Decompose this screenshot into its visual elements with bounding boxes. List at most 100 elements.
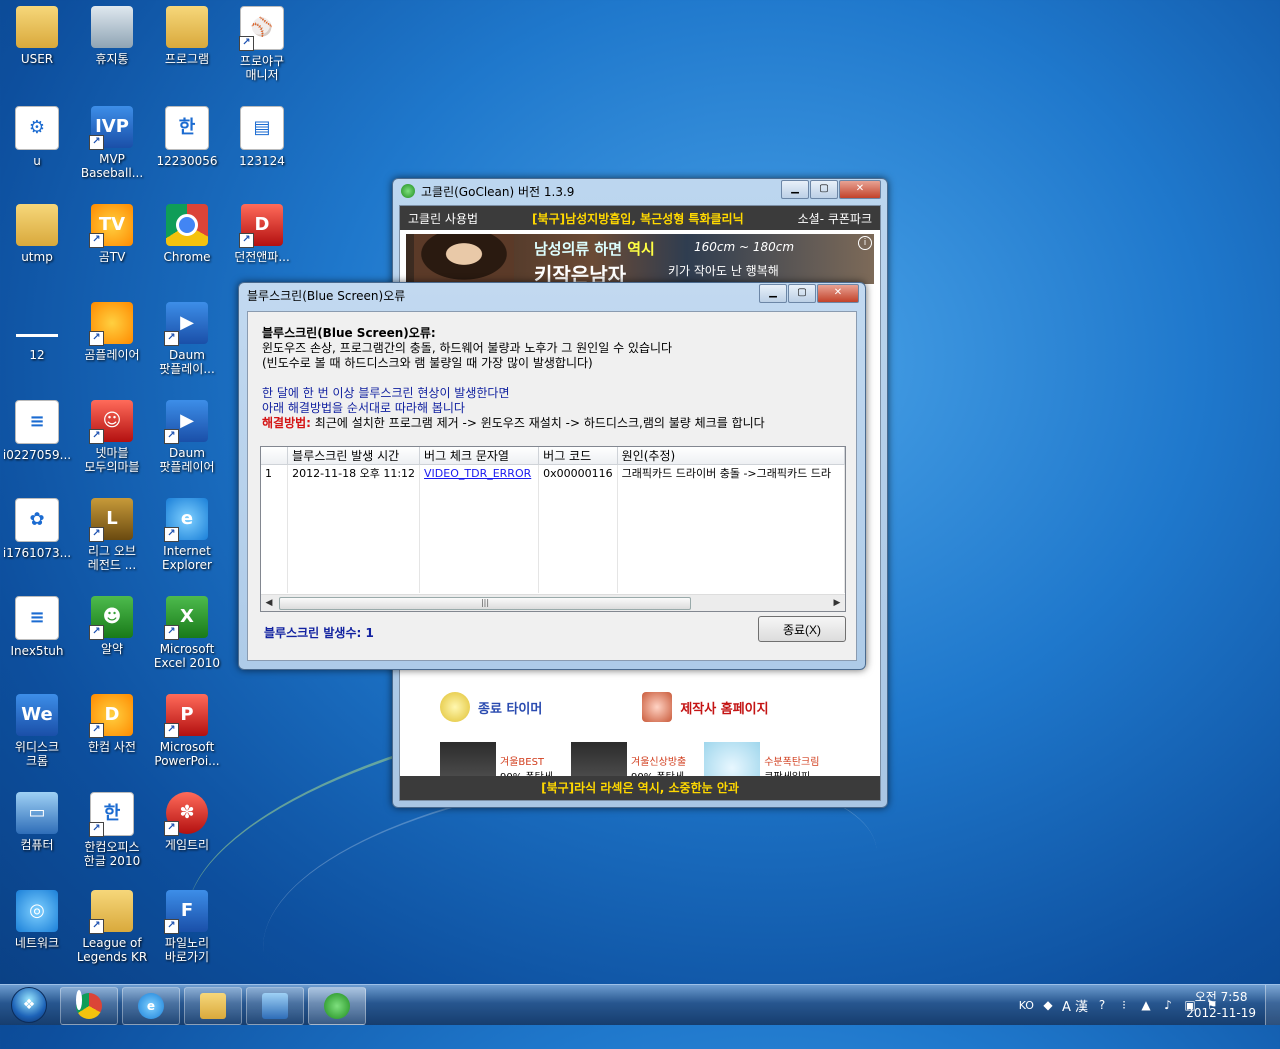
help-icon[interactable]: ? [1094,997,1110,1013]
desktop-icon-gomtv[interactable]: TV ↗ 곰TV [75,204,149,264]
desktop-icon-i0227059[interactable]: ≡ i0227059... [0,400,74,462]
desktop-icon-ie[interactable]: e ↗ Internet Explorer [150,498,224,572]
desktop-icon-12230056[interactable]: 한 12230056 [150,106,224,168]
desktop-icon-mvp-baseball[interactable]: IVP ↗ MVP Baseball... [75,106,149,180]
desktop-icon-powerpoint[interactable]: P ↗ Microsoft PowerPoi... [150,694,224,768]
banner-size: 160cm ~ 180cm [694,240,795,254]
scroll-left-icon[interactable]: ◀ [261,595,277,611]
taskbar-ie[interactable]: e [122,987,180,1025]
desktop-icon-lol-kr[interactable]: ↗ League of Legends KR [75,890,149,964]
dialog-body: 블루스크린(Blue Screen)오류: 윈도우즈 손상, 프로그램간의 충돌… [247,311,857,661]
banner-headline: 남성의류 하면 역시 [534,240,655,258]
desktop-icon-network[interactable]: ◎ 네트워크 [0,890,74,950]
folder-icon [200,993,226,1019]
ime-options-icon[interactable]: ⁝ [1116,997,1132,1013]
desktop-icon-inex5tuh[interactable]: ≡ Inex5tuh [0,596,74,658]
clock-date: 2012-11-19 [1186,1006,1256,1020]
desktop-icon-recycle-bin[interactable]: 휴지통 [75,6,149,66]
column-header[interactable]: 원인(추정) [617,447,845,465]
folder-icon [16,204,58,246]
wedisk-icon: We [16,694,58,736]
taskbar-control-panel[interactable] [246,987,304,1025]
desktop-icon-gomplayer[interactable]: ↗ 곰플레이어 [75,302,149,362]
desktop-icon-dnf[interactable]: D ↗ 던전앤파... [225,204,299,264]
folder-icon: ↗ [89,890,133,934]
desktop-icon-computer[interactable]: ▭ 컴퓨터 [0,792,74,852]
clock[interactable]: 오전 7:58 2012-11-19 [1186,989,1256,1021]
column-header[interactable] [261,447,289,465]
ime-mode[interactable]: A 漢 [1062,996,1088,1015]
desktop-icon-i1761073[interactable]: ✿ i1761073... [0,498,74,560]
excel-icon: X ↗ [164,596,208,640]
desktop-icon-u[interactable]: ⚙ u [0,106,74,168]
menu-promo-link[interactable]: [북구]남성지방흡입, 복근성형 특화클리닉 [532,210,744,227]
chrome-icon [76,993,102,1019]
desktop-icon-gametree[interactable]: ✽ ↗ 게임트리 [150,792,224,852]
start-button[interactable]: ❖ [2,986,56,1024]
hangul-icon: 한 ↗ [89,792,134,837]
desktop-icon-12[interactable]: 12 [0,302,74,362]
goclean-window-controls: ▁ ▢ ✕ [780,180,881,199]
shutdown-timer-button[interactable]: 종료 타이머 [440,692,542,722]
volume-icon[interactable]: ♪ [1160,997,1176,1013]
close-button[interactable]: ✕ [817,284,859,303]
dialog-heading: 블루스크린(Blue Screen)오류: [262,326,436,340]
desktop-icon-utmp[interactable]: utmp [0,204,74,264]
maximize-button[interactable]: ▢ [810,180,838,199]
powerpoint-icon: P ↗ [164,694,208,738]
desktop-icon-hancom-dict[interactable]: D ↗ 한컴 사전 [75,694,149,754]
gomtv-icon: TV ↗ [89,204,133,248]
bugcheck-link[interactable]: VIDEO_TDR_ERROR [424,467,531,480]
exit-button[interactable]: 종료(X) [758,616,846,642]
column-header[interactable]: 버그 코드 [538,447,618,465]
clock-time: 오전 7:58 [1194,990,1248,1004]
ime-tool-icon[interactable]: ◆ [1040,997,1056,1013]
windows-logo-icon: ❖ [11,987,47,1023]
ad-banner[interactable]: 남성의류 하면 역시 키작은남자 160cm ~ 180cm 키가 작아도 난 … [406,234,874,284]
desktop-icon-wedisk[interactable]: We 위디스크 크롬 [0,694,74,768]
scroll-right-icon[interactable]: ▶ [829,595,845,611]
table-header: 블루스크린 발생 시간 버그 체크 문자열 버그 코드 원인(추정) [261,447,845,465]
gametree-icon: ✽ ↗ [164,792,208,836]
scroll-thumb[interactable]: ||| [279,597,691,610]
menu-coupon-link[interactable]: 소셜- 쿠폰파크 [798,210,872,227]
settings-file-icon: ⚙ [15,106,59,150]
show-hidden-icons-icon[interactable]: ▲ [1138,997,1154,1013]
desktop-icon-daum-potplayer-live[interactable]: ▶ ↗ Daum 팟플레이어 [150,400,224,474]
homepage-button[interactable]: 제작사 홈페이지 [642,692,769,722]
desktop-icon-user[interactable]: USER [0,6,74,66]
desktop-icon-chrome[interactable]: Chrome [150,204,224,264]
desktop-icon-baseball-manager[interactable]: ⚾ ↗ 프로야구 매니저 [225,6,299,82]
internet-explorer-icon: e [138,993,164,1019]
network-icon: ◎ [16,890,58,932]
desktop-icon-hangul-2010[interactable]: 한 ↗ 한컴오피스 한글 2010 [75,792,149,868]
desktop-icon-123124[interactable]: ▤ 123124 [225,106,299,168]
column-header[interactable]: 블루스크린 발생 시간 [287,447,421,465]
show-desktop-button[interactable] [1265,985,1280,1025]
language-indicator[interactable]: KO [1019,999,1034,1012]
taskbar-explorer[interactable] [184,987,242,1025]
close-button[interactable]: ✕ [839,180,881,199]
table-row[interactable]: 1 2012-11-18 오후 11:12 VIDEO_TDR_ERROR 0x… [261,464,845,481]
desktop-icon-alyac[interactable]: ☻ ↗ 알약 [75,596,149,656]
desktop-icon-netmarble[interactable]: ☺ ↗ 넷마블 모두의마블 [75,400,149,474]
horizontal-scrollbar[interactable]: ◀ ||| ▶ [261,594,845,611]
minimize-button[interactable]: ▁ [759,284,787,303]
image-file-icon: ✿ [15,498,59,542]
desktop-icon-excel[interactable]: X ↗ Microsoft Excel 2010 [150,596,224,670]
info-icon[interactable]: i [858,236,872,250]
desktop-icon-lol[interactable]: L ↗ 리그 오브 레전드 ... [75,498,149,572]
menu-how-to-use[interactable]: 고클린 사용법 [408,210,478,227]
dialog-title: 블루스크린(Blue Screen)오류 [247,288,406,303]
minimize-button[interactable]: ▁ [781,180,809,199]
footer-promo-link[interactable]: [북구]라식 라섹은 역시, 소중한눈 안과 [400,776,880,800]
document-icon: ≡ [15,596,59,640]
desktop-icon-programs[interactable]: 프로그램 [150,6,224,66]
bluescreen-list[interactable]: 블루스크린 발생 시간 버그 체크 문자열 버그 코드 원인(추정) 1 201… [260,446,846,612]
desktop-icon-daum-potplayer[interactable]: ▶ ↗ Daum 팟플레이... [150,302,224,376]
desktop-icon-filenori[interactable]: F ↗ 파일노리 바로가기 [150,890,224,964]
taskbar-goclean[interactable] [308,987,366,1025]
maximize-button[interactable]: ▢ [788,284,816,303]
column-header[interactable]: 버그 체크 문자열 [419,447,540,465]
taskbar-chrome[interactable] [60,987,118,1025]
